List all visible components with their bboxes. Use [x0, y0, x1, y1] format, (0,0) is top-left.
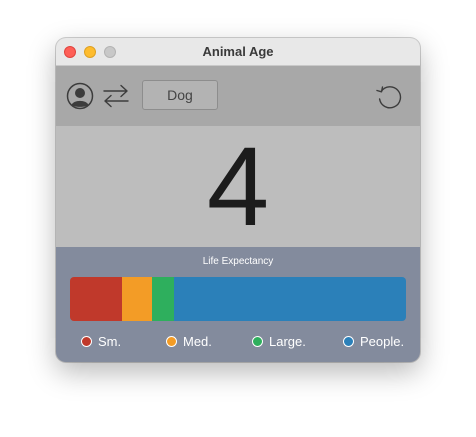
life-expectancy-panel: Life Expectancy Sm. Med. Large. People. [56, 247, 420, 362]
life-segment-large [151, 277, 175, 321]
animal-select-button[interactable]: Dog [142, 80, 218, 110]
life-expectancy-title: Life Expectancy [202, 256, 274, 267]
life-segment-sm [70, 277, 123, 321]
toolbar: Dog [56, 66, 420, 126]
swap-arrows-icon [103, 84, 129, 108]
age-value: 4 [206, 124, 270, 249]
legend: Sm. Med. Large. People. [56, 333, 420, 349]
life-expectancy-bar [70, 277, 406, 321]
legend-label-large: Large. [269, 333, 306, 349]
person-icon [66, 82, 94, 110]
window-title: Animal Age [202, 44, 274, 59]
reset-button[interactable] [374, 82, 404, 112]
age-display: 4 [56, 126, 420, 247]
life-segment-med [122, 277, 152, 321]
legend-item-medium: Med. [166, 333, 212, 349]
life-segment-people [174, 277, 406, 321]
legend-label-medium: Med. [183, 333, 212, 349]
legend-item-people: People. [343, 333, 404, 349]
title-bar: Animal Age [56, 38, 420, 66]
person-button[interactable] [66, 82, 94, 110]
legend-label-people: People. [360, 333, 405, 349]
small-dot-icon [81, 335, 92, 347]
legend-item-large: Large. [252, 333, 306, 349]
reset-icon [376, 86, 402, 109]
swap-button[interactable] [102, 82, 130, 110]
app-window: Animal Age Dog 4 Life Expectancy Sm. Med… [56, 38, 420, 362]
legend-item-small: Sm. [81, 333, 121, 349]
medium-dot-icon [166, 335, 177, 347]
legend-label-small: Sm. [98, 333, 122, 349]
people-dot-icon [343, 335, 354, 347]
large-dot-icon [252, 335, 263, 347]
